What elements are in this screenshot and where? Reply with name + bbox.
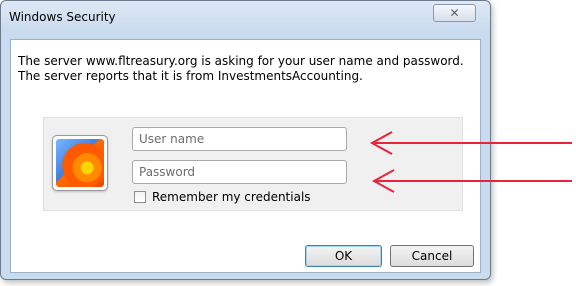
- close-button[interactable]: ✕: [433, 4, 476, 22]
- remember-credentials-label: Remember my credentials: [152, 190, 311, 204]
- user-tile-flower-icon: [56, 139, 104, 187]
- password-input[interactable]: [132, 160, 347, 184]
- close-icon: ✕: [449, 6, 460, 20]
- remember-credentials-checkbox[interactable]: [134, 191, 146, 203]
- username-input[interactable]: [132, 127, 347, 151]
- server-message-line-2: The server reports that it is from Inves…: [18, 69, 363, 83]
- user-tile: [52, 135, 108, 191]
- ok-button[interactable]: OK: [305, 245, 382, 267]
- title-bar: Windows Security ✕: [1, 1, 490, 33]
- cancel-button[interactable]: Cancel: [390, 245, 474, 267]
- window-title: Windows Security: [9, 10, 116, 24]
- server-message: The server www.fltreasury.org is asking …: [18, 54, 478, 84]
- server-message-line-1: The server www.fltreasury.org is asking …: [18, 54, 464, 68]
- remember-credentials-row[interactable]: Remember my credentials: [134, 189, 311, 205]
- screenshot-stage: Windows Security ✕ The server www.fltrea…: [0, 0, 576, 286]
